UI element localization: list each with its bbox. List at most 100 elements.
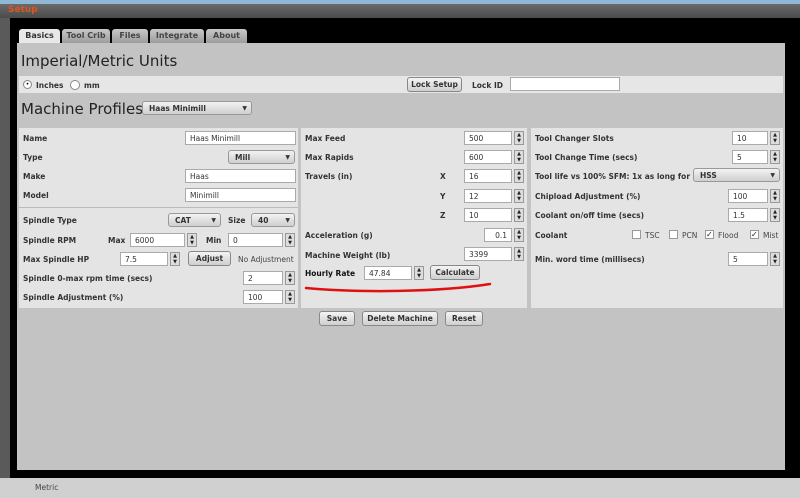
machine-weight-label: Machine Weight (lb) (305, 251, 391, 260)
coolant-pcn-checkbox[interactable] (669, 230, 678, 239)
spindle-rpm-label: Spindle RPM (23, 236, 77, 245)
chipload-label: Chipload Adjustment (%) (535, 192, 641, 201)
travels-label: Travels (in) (305, 172, 353, 181)
ramp-time-spinner[interactable]: ▲ ▼ (285, 271, 295, 285)
rpm-min-spinner[interactable]: ▲ ▼ (285, 233, 295, 247)
rpm-max-input[interactable]: 6000 (130, 233, 185, 247)
max-rapids-input[interactable]: 600 (464, 150, 512, 164)
max-feed-label: Max Feed (305, 134, 346, 143)
tab-files[interactable]: Files (112, 29, 148, 43)
machine-profiles-heading: Machine Profiles (21, 100, 144, 118)
max-hp-label: Max Spindle HP (23, 255, 90, 264)
coolant-label: Coolant (535, 231, 568, 240)
save-button[interactable]: Save (319, 311, 355, 326)
profile-value: Haas Minimill (149, 104, 206, 113)
type-value: Mill (235, 153, 251, 162)
word-time-spinner[interactable]: ▲ ▼ (770, 252, 780, 266)
name-input[interactable]: Haas Minimill (185, 131, 296, 145)
tool-life-value: HSS (700, 171, 717, 180)
spindle-adjustment-label: Spindle Adjustment (%) (23, 293, 124, 302)
tab-basics[interactable]: Basics (19, 29, 60, 44)
spindle-type-select[interactable]: CAT ▼ (168, 213, 221, 227)
delete-machine-button[interactable]: Delete Machine (362, 311, 438, 326)
max-feed-spinner[interactable]: ▲ ▼ (514, 131, 524, 145)
coolant-mist-checkbox[interactable]: ✓ (750, 230, 759, 239)
word-time-label: Min. word time (millisecs) (535, 255, 645, 264)
radio-mm[interactable] (70, 80, 80, 90)
ramp-time-label: Spindle 0-max rpm time (secs) (23, 274, 153, 283)
rpm-max-spinner[interactable]: ▲ ▼ (187, 233, 197, 247)
lock-setup-button[interactable]: Lock Setup (407, 77, 462, 92)
coolant-time-input[interactable]: 1.5 (728, 208, 768, 222)
max-feed-input[interactable]: 500 (464, 131, 512, 145)
chevron-down-icon: ▼ (285, 217, 290, 224)
spindle-type-label: Spindle Type (23, 216, 77, 225)
acceleration-input[interactable]: 0.1 (484, 228, 512, 242)
size-value: 40 (258, 216, 269, 225)
coolant-time-spinner[interactable]: ▲ ▼ (770, 208, 780, 222)
chipload-spinner[interactable]: ▲ ▼ (770, 189, 780, 203)
travel-y-input[interactable]: 12 (464, 189, 512, 203)
x-label: X (440, 172, 446, 181)
max-hp-input[interactable]: 7.5 (120, 252, 168, 266)
travel-z-input[interactable]: 10 (464, 208, 512, 222)
coolant-tsc-checkbox[interactable] (632, 230, 641, 239)
name-label: Name (23, 134, 48, 143)
model-label: Model (23, 191, 49, 200)
lock-id-input[interactable] (510, 77, 620, 91)
machine-weight-input[interactable]: 3399 (464, 247, 512, 261)
size-select[interactable]: 40 ▼ (251, 213, 295, 227)
hourly-rate-label: Hourly Rate (305, 269, 356, 278)
spindle-adjustment-spinner[interactable]: ▲ ▼ (285, 290, 295, 304)
profile-select[interactable]: Haas Minimill ▼ (142, 101, 252, 115)
travel-y-spinner[interactable]: ▲ ▼ (514, 189, 524, 203)
coolant-tsc-label: TSC (645, 231, 660, 240)
reset-button[interactable]: Reset (445, 311, 483, 326)
tool-change-time-input[interactable]: 5 (732, 150, 768, 164)
travel-z-spinner[interactable]: ▲ ▼ (514, 208, 524, 222)
chipload-input[interactable]: 100 (728, 189, 768, 203)
make-input[interactable]: Haas (185, 169, 296, 183)
lock-id-label: Lock ID (472, 81, 503, 90)
size-label: Size (228, 216, 246, 225)
red-underline-annotation (304, 282, 492, 293)
radio-inches[interactable]: • (23, 80, 32, 89)
model-input[interactable]: Minimill (185, 188, 296, 202)
type-select[interactable]: Mill ▼ (228, 150, 295, 164)
chevron-down-icon: ▼ (242, 105, 247, 112)
title-bar (0, 4, 800, 18)
word-time-input[interactable]: 5 (728, 252, 768, 266)
tab-integrate[interactable]: Integrate (150, 29, 204, 43)
max-label: Max (108, 236, 126, 245)
inches-label: Inches (36, 81, 64, 90)
chevron-down-icon: ▼ (211, 217, 216, 224)
travel-x-spinner[interactable]: ▲ ▼ (514, 169, 524, 183)
acceleration-label: Acceleration (g) (305, 231, 373, 240)
type-label: Type (23, 153, 43, 162)
machine-weight-spinner[interactable]: ▲ ▼ (514, 247, 524, 261)
coolant-time-label: Coolant on/off time (secs) (535, 211, 645, 220)
status-text: Metric (35, 483, 59, 492)
coolant-flood-checkbox[interactable]: ✓ (705, 230, 714, 239)
coolant-flood-label: Flood (718, 231, 739, 240)
acceleration-spinner[interactable]: ▲ ▼ (514, 228, 524, 242)
status-bar: Metric (0, 478, 800, 498)
max-hp-spinner[interactable]: ▲ ▼ (170, 252, 180, 266)
travel-x-input[interactable]: 16 (464, 169, 512, 183)
tab-tool-crib[interactable]: Tool Crib (62, 29, 110, 43)
chevron-down-icon: ▼ (770, 172, 775, 179)
ramp-time-input[interactable]: 2 (243, 271, 283, 285)
rpm-min-input[interactable]: 0 (228, 233, 283, 247)
tool-changer-slots-spinner[interactable]: ▲ ▼ (770, 131, 780, 145)
tool-life-select[interactable]: HSS ▼ (693, 168, 780, 182)
min-label: Min (206, 236, 222, 245)
left-edge (0, 18, 10, 478)
tool-life-label: Tool life vs 100% SFM: 1x as long for (535, 172, 691, 181)
tool-changer-slots-input[interactable]: 10 (732, 131, 768, 145)
adjust-button[interactable]: Adjust (188, 251, 231, 266)
tab-about[interactable]: About (206, 29, 247, 43)
mm-label: mm (84, 81, 100, 90)
max-rapids-spinner[interactable]: ▲ ▼ (514, 150, 524, 164)
spindle-adjustment-input[interactable]: 100 (243, 290, 283, 304)
tool-change-time-spinner[interactable]: ▲ ▼ (770, 150, 780, 164)
